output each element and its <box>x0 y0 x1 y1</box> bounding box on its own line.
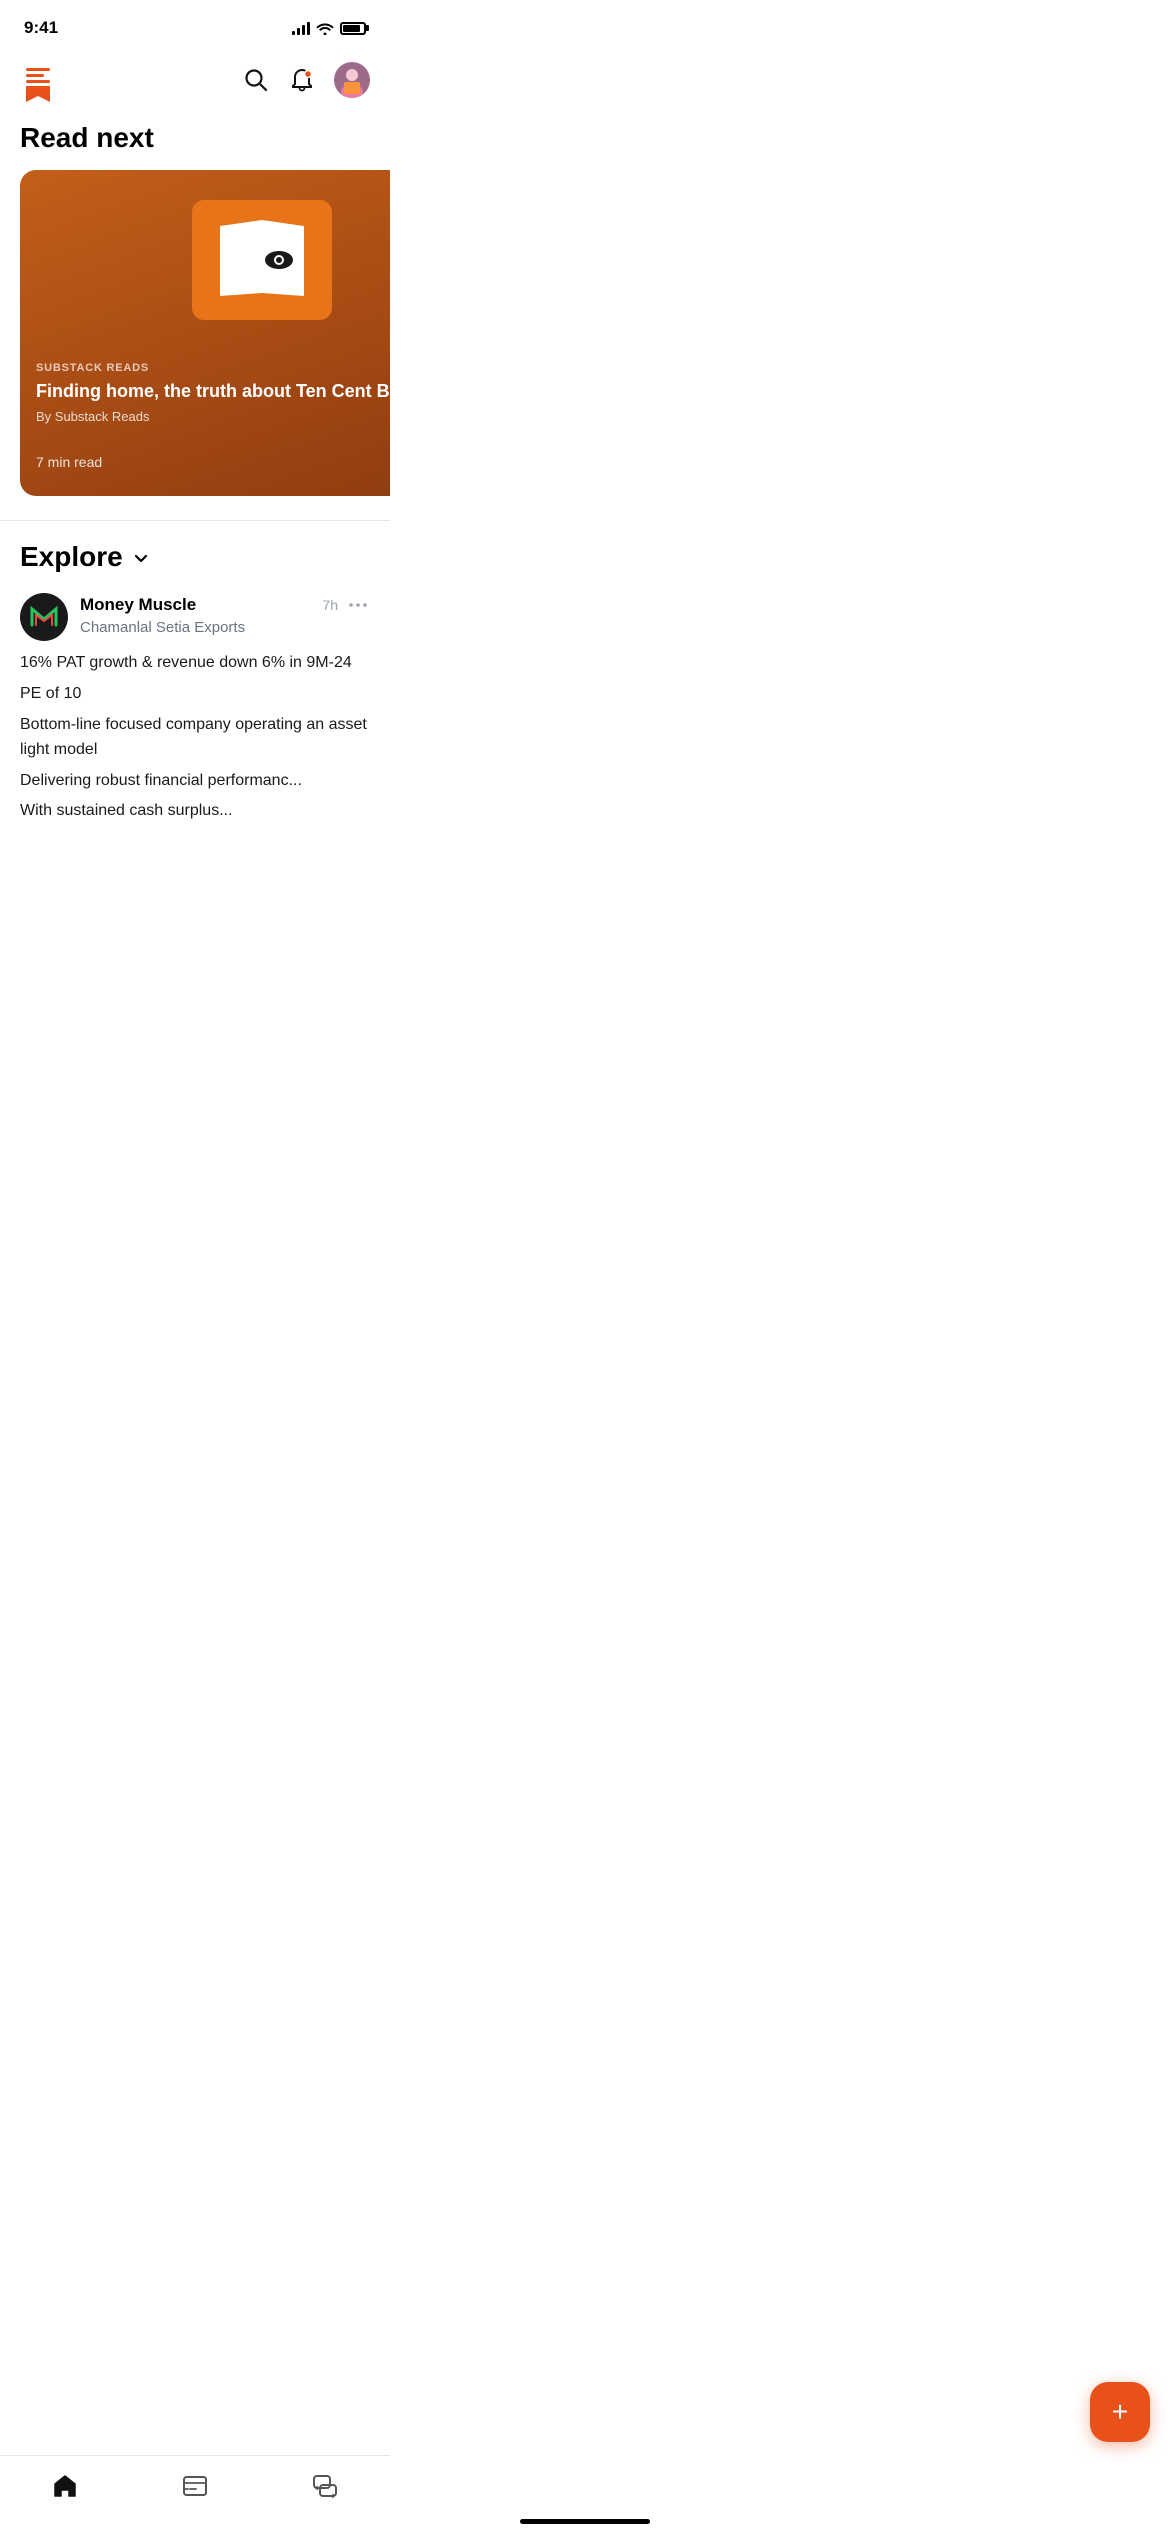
nav-inbox[interactable] <box>161 2468 229 2504</box>
feed-post: Money Muscle 7h Chamanlal Setia Exports … <box>0 593 390 824</box>
post-more-button[interactable] <box>346 593 370 617</box>
card-author-1: By Substack Reads <box>36 409 390 424</box>
bottom-nav <box>0 2455 390 2532</box>
publisher-name[interactable]: Money Muscle <box>80 595 196 615</box>
status-time: 9:41 <box>24 18 58 38</box>
nav-home[interactable] <box>31 2468 99 2504</box>
post-header: Money Muscle 7h Chamanlal Setia Exports <box>20 593 370 641</box>
post-time-row: 7h <box>322 593 370 617</box>
explore-header: Explore <box>0 541 390 593</box>
wifi-icon <box>316 21 334 35</box>
explore-chevron-icon[interactable] <box>131 548 151 568</box>
post-line-5: With sustained cash surplus... <box>20 799 370 824</box>
post-line-3: Bottom-line focused company operating an… <box>20 713 370 763</box>
home-indicator <box>520 2519 650 2524</box>
app-header <box>0 50 390 114</box>
search-button[interactable] <box>242 66 270 94</box>
status-bar: 9:41 <box>0 0 390 50</box>
chat-icon <box>311 2472 339 2500</box>
post-meta: Money Muscle 7h Chamanlal Setia Exports <box>80 593 370 636</box>
article-card-1[interactable]: SUBSTACK READS Finding home, the truth a… <box>20 170 390 496</box>
card-footer-1: 7 min read <box>36 444 390 480</box>
battery-icon <box>340 22 366 35</box>
post-subtitle: Chamanlal Setia Exports <box>80 619 370 636</box>
card-thumbnail-1 <box>20 170 390 350</box>
read-time-1: 7 min read <box>36 454 102 470</box>
home-icon <box>51 2472 79 2500</box>
app-logo[interactable] <box>20 58 64 102</box>
fab-plus-icon: + <box>1112 2398 1128 2426</box>
status-icons <box>292 21 366 35</box>
avatar[interactable] <box>334 62 370 98</box>
section-divider <box>0 520 390 521</box>
card-source-1: SUBSTACK READS <box>36 362 390 374</box>
read-next-scroll[interactable]: SUBSTACK READS Finding home, the truth a… <box>0 170 390 496</box>
card-content-1: SUBSTACK READS Finding home, the truth a… <box>20 350 390 496</box>
fab-button[interactable]: + <box>1090 2382 1150 2442</box>
card-title-1: Finding home, the truth about Ten Cent B… <box>36 380 390 403</box>
header-actions <box>242 62 370 98</box>
post-time: 7h <box>322 597 338 613</box>
post-line-4: Delivering robust financial performanc..… <box>20 769 370 794</box>
post-publisher-row: Money Muscle 7h <box>80 593 370 617</box>
post-body[interactable]: 16% PAT growth & revenue down 6% in 9M-2… <box>20 651 370 824</box>
inbox-icon <box>181 2472 209 2500</box>
post-line-1: 16% PAT growth & revenue down 6% in 9M-2… <box>20 651 370 676</box>
explore-title: Explore <box>20 541 123 573</box>
signal-icon <box>292 21 310 35</box>
publisher-avatar[interactable] <box>20 593 68 641</box>
notifications-button[interactable] <box>288 66 316 94</box>
post-line-2: PE of 10 <box>20 682 370 707</box>
read-next-title: Read next <box>0 114 390 170</box>
nav-chat[interactable] <box>291 2468 359 2504</box>
